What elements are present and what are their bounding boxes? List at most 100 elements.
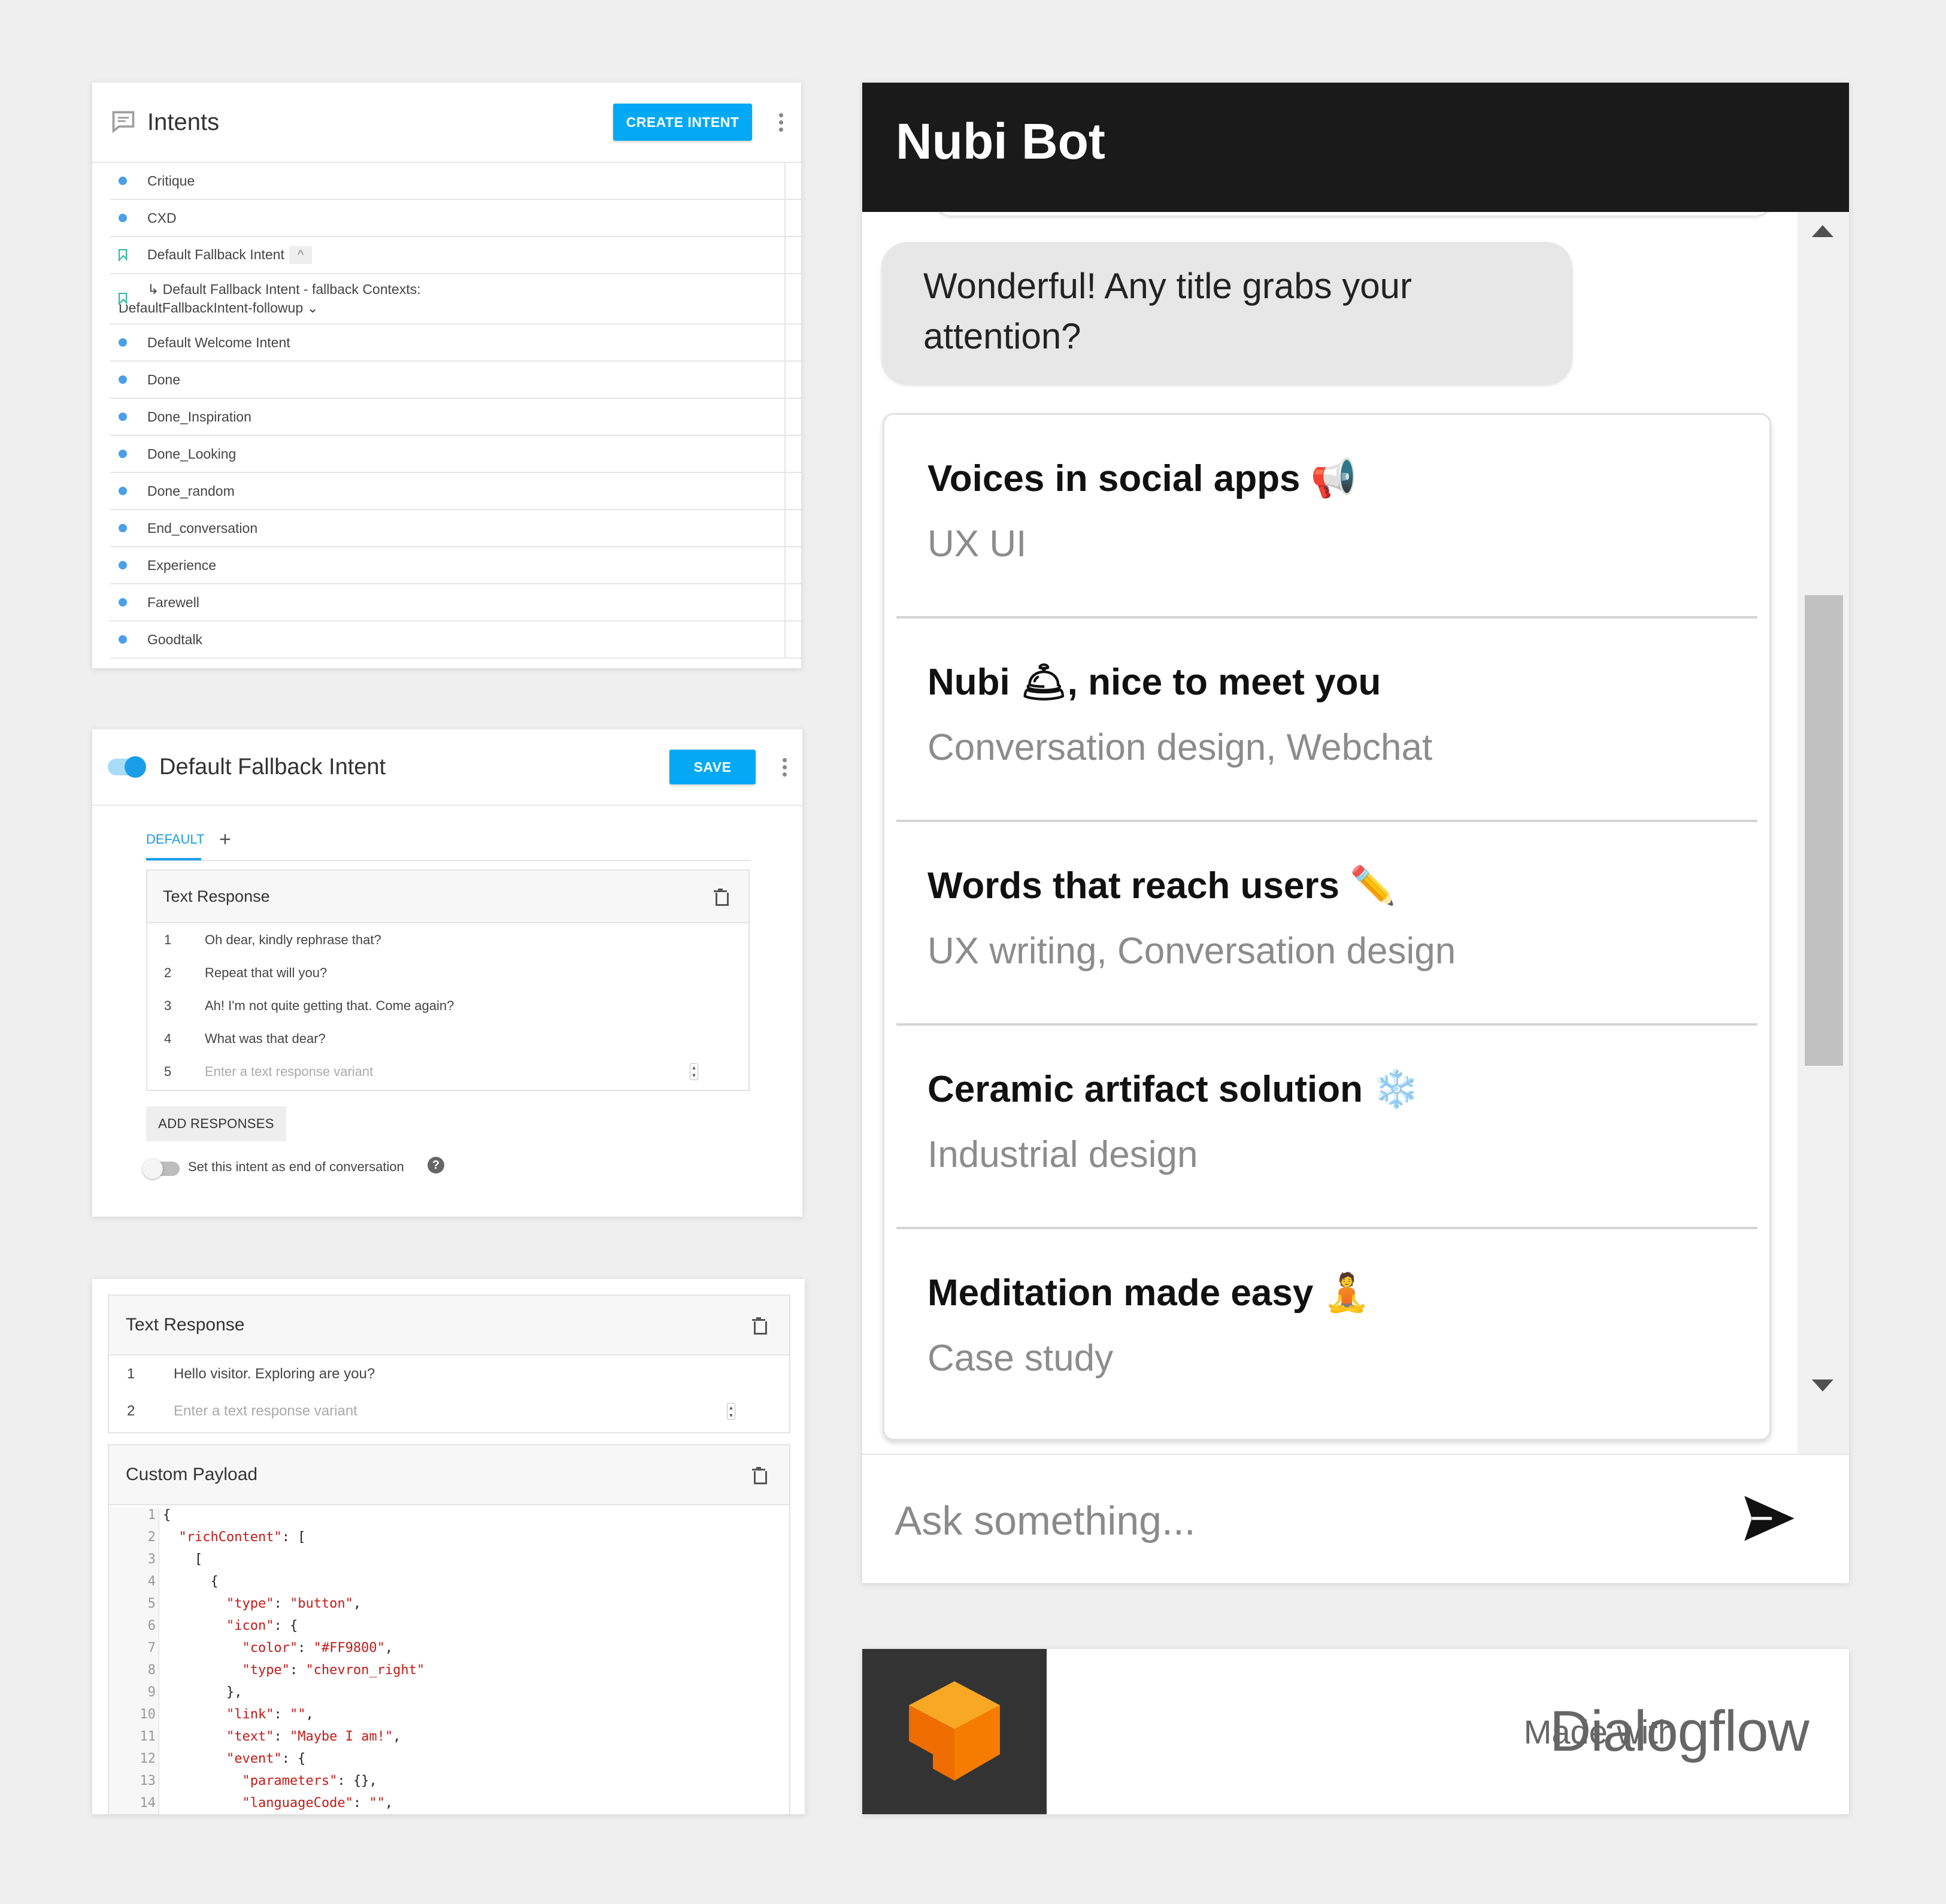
add-tab-icon[interactable]: + [219,828,231,851]
response-rows: 1 Hello visitor. Exploring are you? 2 Enter… [109,1356,789,1430]
response-placeholder[interactable]: Enter a text response variant [174,1403,357,1420]
intent-list-item[interactable]: Default Welcome Intent [110,325,801,362]
intent-list-item[interactable]: Goodtalk [110,621,801,659]
stepper-icon[interactable]: ▲ ▼ [727,1403,735,1420]
payload-panel: Text Response 1 Hello visitor. Exploring … [92,1279,805,1814]
list-item-title: Ceramic artifact solution ❄️ [927,1069,1420,1110]
end-conversation-toggle[interactable] [143,1159,180,1179]
list-item[interactable]: Ceramic artifact solution ❄️ Industrial d… [884,1026,1769,1229]
intent-dot-icon [119,214,127,222]
intents-panel: Intents CREATE INTENT Critique CXD Default… [92,83,801,668]
save-button[interactable]: SAVE [669,750,756,784]
list-item-title: Words that reach users ✏️ [927,865,1396,906]
fallback-intent-panel: Default Fallback Intent SAVE DEFAULT + T… [92,729,802,1217]
intent-list-item[interactable]: Default Fallback Intent ^ [110,237,801,274]
intent-list-item[interactable]: Critique [110,163,801,200]
intent-list: Critique CXD Default Fallback Intent ^ ↳ Def… [110,163,801,668]
response-text: Oh dear, kindly rephrase that? [205,932,381,947]
dialogflow-logo-box [862,1649,1047,1814]
help-icon[interactable]: ? [428,1157,444,1174]
intent-label: Critique [147,172,195,189]
chat-bubble-icon [112,111,135,134]
response-placeholder[interactable]: Enter a text response variant [205,1064,373,1080]
code-line: "richContent": [ [178,1530,306,1545]
custom-payload-card: Custom Payload 1{2 "richContent": [3 [4 … [108,1444,790,1814]
response-text: Ah! I'm not quite getting that. Come aga… [205,998,454,1013]
scroll-down-arrow-icon[interactable] [1812,1380,1833,1391]
intent-list-item[interactable]: Done_random [110,473,801,510]
intent-title: Default Fallback Intent [159,754,386,780]
response-text: Repeat that will you? [205,965,328,980]
intent-dot-icon [119,338,127,347]
intent-label-wrap: Critique [147,173,195,189]
intent-label: Goodtalk [147,631,203,647]
ask-input[interactable] [895,1491,1673,1551]
intent-label-wrap: CXD [147,210,177,226]
new-response-row[interactable]: 2 Enter a text response variant ▲ ▼ [109,1393,789,1430]
intent-label: Done_Looking [147,445,237,462]
intent-label-wrap: Done_random [147,483,235,499]
intent-list-item[interactable]: Done_Inspiration [110,399,801,436]
intent-context-label: DefaultFallbackIntent-followup ⌄ [119,300,319,316]
delete-icon[interactable] [714,889,729,906]
intent-list-item[interactable]: End_conversation [110,510,801,547]
new-response-row[interactable]: 5 Enter a text response variant ▲ ▼ [147,1055,748,1088]
code-line-number: 11 [140,1729,156,1744]
intent-dot-icon [119,413,127,421]
intent-label: Experience [147,557,217,573]
scrollbar-thumb[interactable] [1805,595,1843,1066]
response-row[interactable]: 4 What was that dear? [147,1022,748,1055]
intent-list-item[interactable]: Farewell [110,584,801,621]
response-number: 3 [164,998,172,1013]
more-options-icon[interactable] [782,757,787,777]
response-text: What was that dear? [205,1030,326,1046]
collapse-chevron-icon[interactable]: ^ [289,246,313,264]
intent-label: Farewell [147,594,199,610]
bot-message-bubble: Wonderful! Any title grabs your attentio… [881,242,1572,384]
intent-label: ↳ Default Fallback Intent - fallback Con… [147,281,421,297]
list-item[interactable]: Voices in social apps 📢 UX UI [884,415,1769,619]
intent-enabled-toggle[interactable] [108,756,146,778]
intent-label-wrap: End_conversation [147,520,257,536]
intent-list-item[interactable]: Done_Looking [110,436,801,473]
add-responses-button[interactable]: ADD RESPONSES [146,1106,286,1141]
intent-label-wrap: Done [147,372,180,388]
list-item[interactable]: Nubi 🛎, nice to meet you Conversation des… [884,619,1769,822]
delete-icon[interactable] [752,1317,767,1335]
code-line: [ [163,1552,203,1567]
intent-list-item[interactable]: CXD [110,200,801,237]
tab-default[interactable]: DEFAULT [146,818,204,860]
code-line: "color": "#FF9800", [242,1641,393,1656]
stepper-icon[interactable]: ▲ ▼ [690,1063,698,1080]
list-item[interactable]: Words that reach users ✏️ UX writing, Con… [884,822,1769,1026]
text-response-card: Text Response 1 Oh dear, kindly rephrase … [146,869,750,1091]
response-row[interactable]: 1 Hello visitor. Exploring are you? [109,1356,789,1393]
code-line-number: 13 [140,1773,156,1788]
scrollbar[interactable] [1798,212,1849,1454]
send-icon[interactable] [1736,1488,1802,1548]
response-number: 1 [127,1366,135,1382]
response-row[interactable]: 3 Ah! I'm not quite getting that. Come ag… [147,989,748,1022]
intent-list-item[interactable]: ↳ Default Fallback Intent - fallback Con… [110,274,801,325]
text-response-header: Text Response [109,1296,789,1356]
code-line-number: 5 [147,1596,156,1611]
text-response-title: Text Response [126,1315,245,1335]
code-line: "link": "", [226,1707,314,1722]
more-options-icon[interactable] [778,113,783,132]
intent-list-item[interactable]: Done [110,362,801,399]
chatbot-window: Nubi Bot Wonderful! Any title grabs your… [862,83,1849,1583]
intent-label: Done [147,371,180,387]
response-row[interactable]: 2 Repeat that will you? [147,956,748,989]
delete-icon[interactable] [752,1467,767,1484]
list-item-title: Nubi 🛎, nice to meet you [927,662,1381,703]
list-item[interactable]: Meditation made easy 🧘 Case study [884,1229,1769,1433]
code-line-number: 10 [140,1707,156,1722]
code-line: "event": { [226,1751,306,1766]
scroll-up-arrow-icon[interactable] [1812,225,1833,237]
intent-list-item[interactable]: Experience [110,547,801,584]
chat-area: Wonderful! Any title grabs your attentio… [862,212,1849,1454]
response-row[interactable]: 1 Oh dear, kindly rephrase that? [147,923,748,956]
intent-label: End_conversation [147,520,258,536]
create-intent-button[interactable]: CREATE INTENT [613,104,752,141]
intent-label-wrap: Farewell [147,595,199,611]
